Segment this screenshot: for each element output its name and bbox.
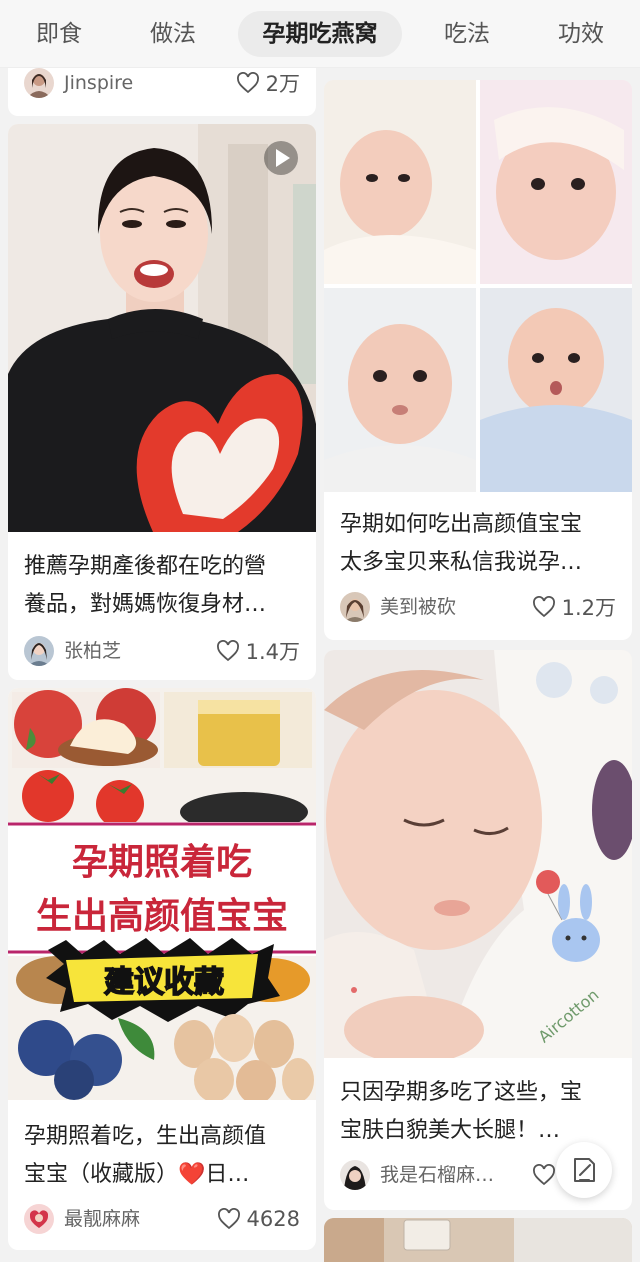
avatar[interactable] [24,68,54,98]
post-cover-image [8,124,316,532]
tab-how-to-eat[interactable]: 吃法 [430,11,504,57]
tab-pregnancy-birdnest[interactable]: 孕期吃燕窝 [238,11,402,57]
post-cover-image: Aircotton [324,650,632,1058]
avatar[interactable] [340,592,370,622]
category-tabs: 即食 做法 孕期吃燕窝 吃法 功效 [0,0,640,68]
post-title-line: 孕期如何吃出高颜值宝宝 [340,512,583,537]
like-count-text: 1.2万 [561,596,616,620]
compose-button[interactable] [556,1142,612,1198]
post-meta: 最靓麻麻 4628 [24,1204,300,1236]
post-card[interactable]: 推薦孕期產後都在吃的營 養品，對媽媽恢復身材… 张柏芝 1.4万 [8,124,316,680]
cover-headline-1: 孕期照着吃 [72,842,252,883]
post-title-line: 孕期照着吃，生出高颜值 [24,1124,267,1149]
like-count[interactable]: 1.4万 [216,636,300,666]
author-name[interactable]: 张柏芝 [64,636,121,666]
heart-icon [236,72,259,94]
tab-instant[interactable]: 即食 [22,11,96,57]
author-name[interactable]: Jinspire [64,68,133,98]
heart-icon [216,640,239,662]
post-card[interactable]: Aircotton 只因孕期多吃了这些，宝 宝肤白貌美大长腿！… 我是石榴麻… [324,650,632,1210]
cover-headline-2: 生出高颜值宝宝 [36,896,288,937]
tab-recipe[interactable]: 做法 [136,11,210,57]
tab-effects[interactable]: 功效 [544,11,618,57]
post-title-line: 宝宝（收藏版）❤️日… [24,1162,250,1187]
post-card[interactable] [324,1218,632,1262]
like-count-text: 4628 [246,1207,300,1231]
post-title[interactable]: 孕期照着吃，生出高颜值 宝宝（收藏版）❤️日… [24,1118,304,1194]
post-title-line: 太多宝贝来私信我说孕… [340,550,583,575]
post-cover-image: 孕期照着吃 生出高颜值宝宝 建议收藏 [8,688,316,1100]
post-cover-image [324,1218,632,1262]
author-name[interactable]: 美到被砍 [380,592,456,622]
avatar[interactable] [340,1160,370,1190]
heart-icon [217,1208,240,1230]
avatar[interactable] [24,636,54,666]
cover-sticker: 建议收藏 [104,965,224,1000]
post-card[interactable]: Jinspire 2万 [8,68,316,116]
like-count[interactable]: 4628 [217,1204,300,1234]
author-name[interactable]: 最靓麻麻 [64,1204,140,1234]
post-title-line: 養品，對媽媽恢復身材… [24,592,267,617]
edit-note-icon [574,1158,595,1182]
post-title[interactable]: 推薦孕期產後都在吃的營 養品，對媽媽恢復身材… [24,548,304,624]
post-title-line: 推薦孕期產後都在吃的營 [24,554,267,579]
post-title-line: 只因孕期多吃了这些，宝 [340,1080,583,1105]
post-title[interactable]: 只因孕期多吃了这些，宝 宝肤白貌美大长腿！… [340,1074,620,1150]
like-count-text: 1.4万 [245,640,300,664]
post-title[interactable]: 孕期如何吃出高颜值宝宝 太多宝贝来私信我说孕… [340,506,620,582]
heart-icon [532,596,555,618]
author-name[interactable]: 我是石榴麻… [380,1160,494,1190]
like-count[interactable]: 2万 [236,68,300,98]
post-card[interactable]: 孕期如何吃出高颜值宝宝 太多宝贝来私信我说孕… 美到被砍 1.2万 [324,80,632,640]
post-cover-image [324,80,632,492]
post-meta: 美到被砍 1.2万 [340,592,616,624]
like-count-text: 2万 [265,72,300,96]
heart-icon [533,1164,555,1186]
post-card[interactable]: 孕期照着吃 生出高颜值宝宝 建议收藏 孕期照着吃，生出高颜值 宝宝（收藏版）❤️… [8,688,316,1250]
like-count[interactable]: 1.2万 [532,592,616,622]
post-meta: 张柏芝 1.4万 [24,636,300,668]
post-meta: Jinspire 2万 [24,68,300,100]
avatar[interactable] [24,1204,54,1234]
